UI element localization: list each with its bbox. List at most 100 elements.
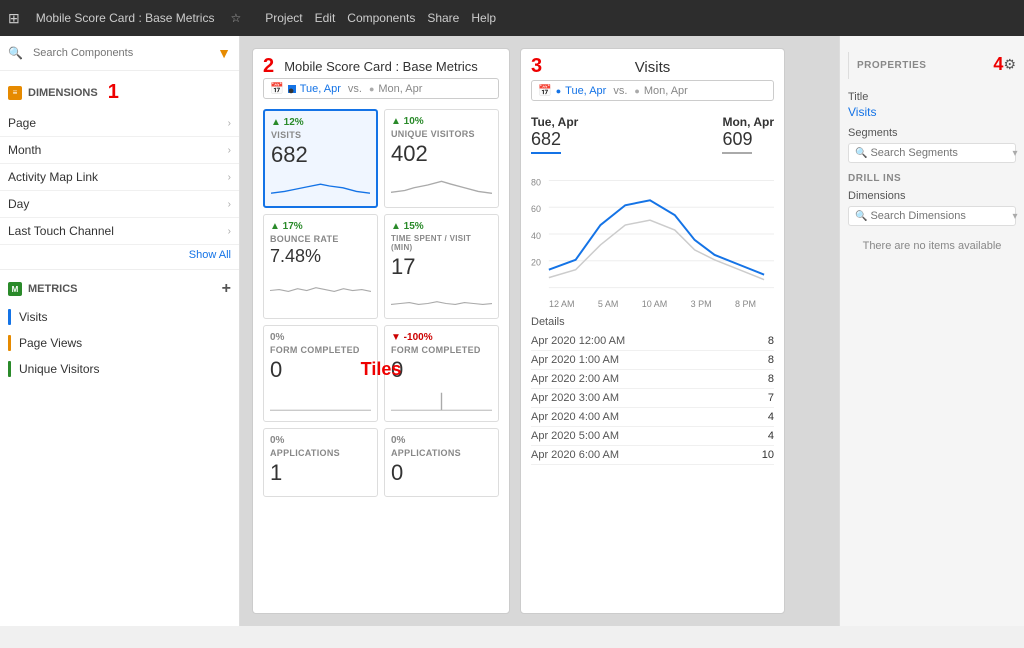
menu-bar: Project Edit Components Share Help xyxy=(265,11,496,25)
svg-text:40: 40 xyxy=(531,231,541,241)
annotation-2: 2 xyxy=(263,55,274,78)
visits-chart: 80 60 40 20 12 AM 5 AM xyxy=(531,170,774,300)
search-input[interactable] xyxy=(27,44,213,62)
tile-label: BOUNCE RATE xyxy=(270,234,371,244)
metric-visits[interactable]: Visits xyxy=(0,304,239,330)
segments-field: Segments 🔍 ▾ xyxy=(848,127,1016,163)
tile-label: UNIQUE VISITORS xyxy=(391,129,492,139)
menu-edit[interactable]: Edit xyxy=(315,11,336,25)
annotation-3: 3 xyxy=(531,55,542,78)
chart-svg: 80 60 40 20 xyxy=(531,170,774,300)
svg-text:60: 60 xyxy=(531,204,541,214)
tile-label: APPLICATIONS xyxy=(391,448,492,458)
detail-row: Apr 2020 5:00 AM 4 xyxy=(531,427,774,446)
sidebar-item-month[interactable]: Month › xyxy=(0,137,239,164)
tile-change: 0% xyxy=(270,435,371,446)
star-icon[interactable]: ☆ xyxy=(230,11,241,25)
menu-share[interactable]: Share xyxy=(427,11,459,25)
search-icon: 🔍 xyxy=(855,211,867,222)
title-field: Title Visits xyxy=(848,91,1016,119)
metrics-section: M METRICS + xyxy=(0,274,239,304)
tile-time-spent[interactable]: ▲ 15% TIME SPENT / VISIT (MIN) 17 xyxy=(384,214,499,319)
tile-visits[interactable]: ▲ 12% VISITS 682 xyxy=(263,109,378,208)
tile-sparkline xyxy=(391,171,492,199)
tile-value: 1 xyxy=(270,460,371,486)
tile-value: 682 xyxy=(271,142,370,168)
menu-components[interactable]: Components xyxy=(347,11,415,25)
tile-sparkline xyxy=(270,387,371,415)
visits-date-filter[interactable]: 📅 ● Tue, Apr vs. ● Mon, Apr xyxy=(531,80,774,101)
filter-icon[interactable]: ▼ xyxy=(217,45,231,61)
chevron-icon: › xyxy=(228,118,231,129)
tile-form-completed-2[interactable]: ▼ -100% FORM COMPLETED 0 xyxy=(384,325,499,422)
tile-sparkline xyxy=(391,387,492,415)
dot-gray: ● xyxy=(634,86,639,96)
tile-change: 0% xyxy=(270,332,371,343)
tile-applications-2[interactable]: 0% APPLICATIONS 0 xyxy=(384,428,499,497)
gear-icon[interactable]: ⚙ xyxy=(1003,56,1016,73)
tile-label: APPLICATIONS xyxy=(270,448,371,458)
dot-gray: ● xyxy=(369,84,374,94)
tile-applications-1[interactable]: 0% APPLICATIONS 1 xyxy=(263,428,378,497)
detail-row: Apr 2020 1:00 AM 8 xyxy=(531,351,774,370)
add-metric-button[interactable]: + xyxy=(222,280,231,298)
menu-help[interactable]: Help xyxy=(471,11,496,25)
date-filter[interactable]: 📅 ● Tue, Apr vs. ● Mon, Apr xyxy=(263,78,499,99)
detail-row: Apr 2020 6:00 AM 10 xyxy=(531,446,774,465)
metric-unique-visitors[interactable]: Unique Visitors xyxy=(0,356,239,382)
tile-change: 0% xyxy=(391,435,492,446)
sidebar-item-day[interactable]: Day › xyxy=(0,191,239,218)
dimensions-section: ≡ DIMENSIONS 1 xyxy=(0,75,239,110)
center-content: 2 Mobile Score Card : Base Metrics 📅 ● T… xyxy=(240,36,839,626)
top-bar: ⊞ Mobile Score Card : Base Metrics ☆ Pro… xyxy=(0,0,1024,36)
annotation-1: 1 xyxy=(108,81,119,104)
app-title: Mobile Score Card : Base Metrics xyxy=(36,11,215,25)
dimensions-input[interactable] xyxy=(870,210,1012,222)
tile-unique-visitors[interactable]: ▲ 10% UNIQUE VISITORS 402 xyxy=(384,109,499,208)
metric-page-views[interactable]: Page Views xyxy=(0,330,239,356)
right-sidebar: PROPERTIES 4 ⚙ Title Visits Segments 🔍 ▾… xyxy=(839,36,1024,626)
tile-change: ▲ 15% xyxy=(391,221,492,232)
search-icon: 🔍 xyxy=(855,148,867,159)
segments-search[interactable]: 🔍 ▾ xyxy=(848,143,1016,163)
tile-sparkline xyxy=(391,284,492,312)
tile-label: FORM COMPLETED xyxy=(270,345,371,355)
search-bar: 🔍 ▼ xyxy=(0,36,239,71)
dimensions-title: ≡ DIMENSIONS 1 xyxy=(8,81,231,104)
no-items-message: There are no items available xyxy=(848,232,1016,260)
tile-label: VISITS xyxy=(271,130,370,140)
tile-bounce-rate[interactable]: ▲ 17% BOUNCE RATE 7.48% xyxy=(263,214,378,319)
mon-line xyxy=(722,152,752,154)
tile-value: 17 xyxy=(391,254,492,280)
show-all-link[interactable]: Show All xyxy=(0,245,239,265)
sidebar-item-last-touch[interactable]: Last Touch Channel › xyxy=(0,218,239,245)
tiles-grid: ▲ 12% VISITS 682 ▲ 10% UNIQUE VISITORS 4… xyxy=(263,109,499,497)
tile-label: TIME SPENT / VISIT (MIN) xyxy=(391,234,492,252)
tile-form-completed-1[interactable]: 0% FORM COMPLETED 0 xyxy=(263,325,378,422)
calendar-icon: 📅 xyxy=(538,84,552,97)
chevron-down-icon: ▾ xyxy=(1012,148,1017,159)
sidebar-item-page[interactable]: Page › xyxy=(0,110,239,137)
tile-change: ▼ -100% xyxy=(391,332,492,343)
dimensions-icon: ≡ xyxy=(8,86,22,100)
detail-row: Apr 2020 3:00 AM 7 xyxy=(531,389,774,408)
sidebar-item-activity-map[interactable]: Activity Map Link › xyxy=(0,164,239,191)
search-icon: 🔍 xyxy=(8,46,23,60)
tile-change: ▲ 17% xyxy=(270,221,371,232)
tile-change: ▲ 10% xyxy=(391,116,492,127)
svg-text:80: 80 xyxy=(531,177,541,187)
metrics-title: M METRICS + xyxy=(8,280,231,298)
dimensions-search[interactable]: 🔍 ▾ xyxy=(848,206,1016,226)
chevron-icon: › xyxy=(228,172,231,183)
tue-data: Tue, Apr 682 xyxy=(531,115,578,156)
chevron-icon: › xyxy=(228,145,231,156)
calendar-icon: 📅 xyxy=(270,82,284,95)
tile-change: ▲ 12% xyxy=(271,117,370,128)
menu-project[interactable]: Project xyxy=(265,11,302,25)
tile-value: 0 xyxy=(270,357,371,383)
app-icon: ⊞ xyxy=(8,10,20,27)
segments-input[interactable] xyxy=(870,147,1012,159)
main-layout: 🔍 ▼ ≡ DIMENSIONS 1 Page › Month › Act xyxy=(0,36,1024,626)
chart-x-axis: 12 AM 5 AM 10 AM 3 PM 8 PM xyxy=(531,299,774,309)
drill-ins-section: DRILL INS Dimensions 🔍 ▾ There are no it… xyxy=(848,173,1016,260)
